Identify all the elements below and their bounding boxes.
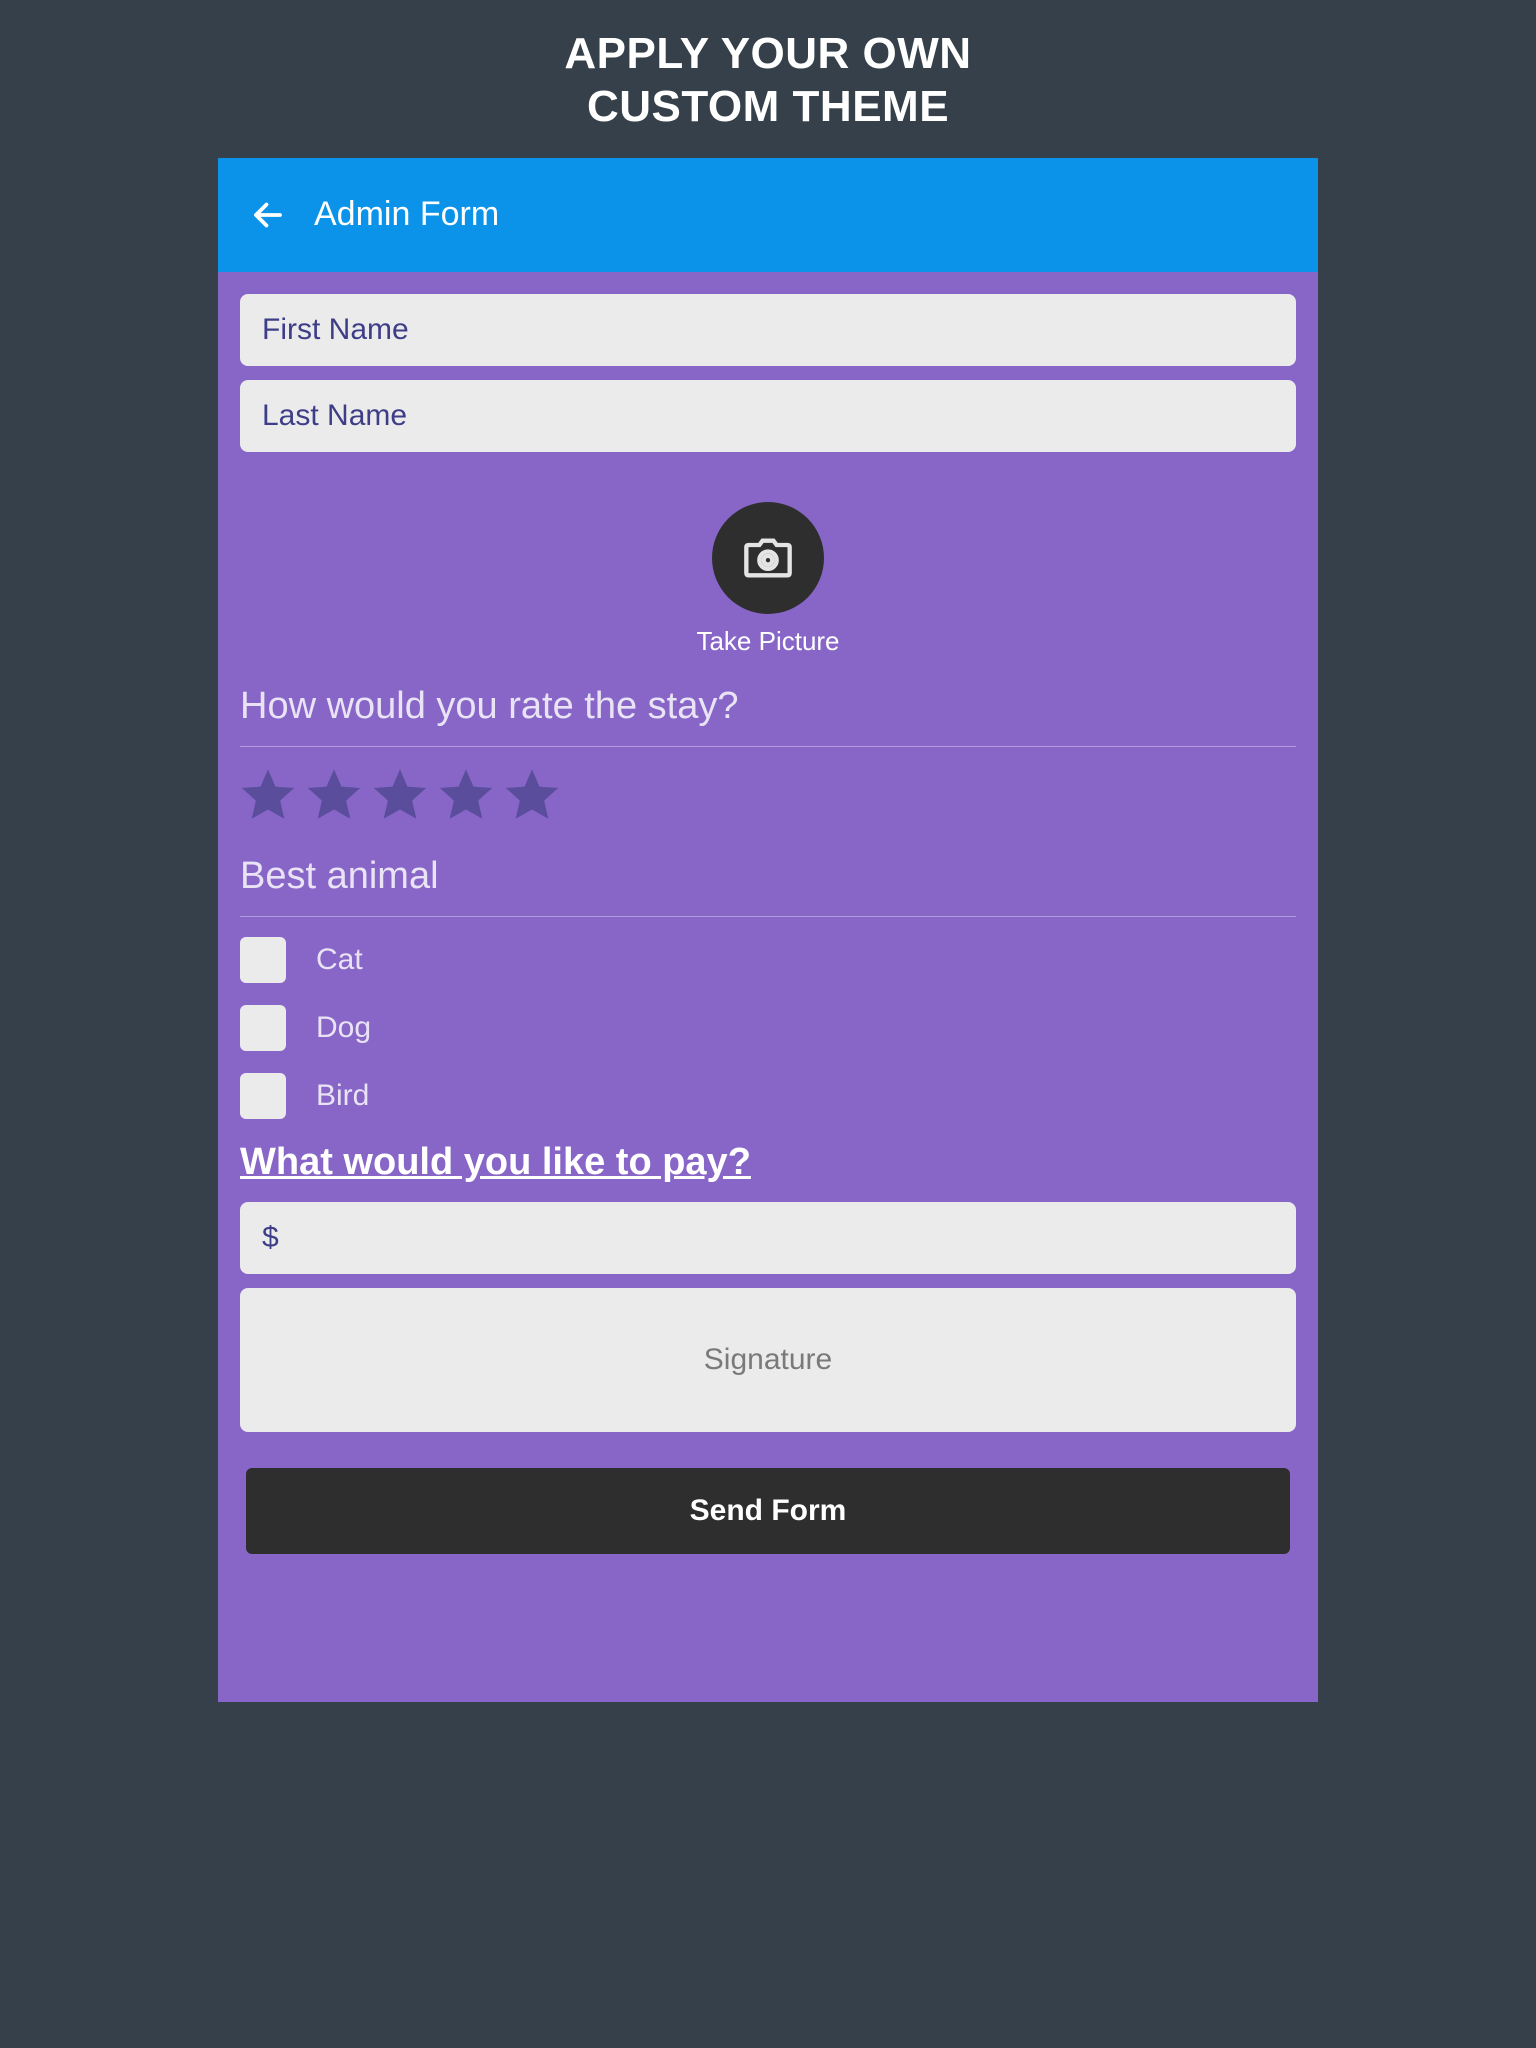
checkbox-label: Bird xyxy=(316,1079,369,1113)
send-form-button[interactable]: Send Form xyxy=(246,1468,1290,1554)
star-icon[interactable] xyxy=(240,767,296,823)
form-body: Take Picture How would you rate the stay… xyxy=(218,272,1318,1702)
promo-line-1: APPLY YOUR OWN xyxy=(0,28,1536,81)
pay-amount-input[interactable] xyxy=(240,1202,1296,1274)
signature-input[interactable]: Signature xyxy=(240,1288,1296,1432)
star-icon[interactable] xyxy=(372,767,428,823)
checkbox-label: Cat xyxy=(316,943,363,977)
spacer xyxy=(240,1554,1296,1674)
best-animal-question-label: Best animal xyxy=(240,855,1296,917)
app-bar: Admin Form xyxy=(218,158,1318,272)
checkbox-label: Dog xyxy=(316,1011,371,1045)
take-picture-label: Take Picture xyxy=(240,626,1296,657)
take-picture-button[interactable] xyxy=(712,502,824,614)
checkbox-row-dog: Dog xyxy=(240,1005,1296,1051)
take-picture-block: Take Picture xyxy=(240,502,1296,657)
checkbox-row-bird: Bird xyxy=(240,1073,1296,1119)
promo-line-2: CUSTOM THEME xyxy=(0,81,1536,134)
checkbox-row-cat: Cat xyxy=(240,937,1296,983)
arrow-left-icon[interactable] xyxy=(250,197,286,233)
star-rating xyxy=(240,767,1296,823)
checkbox-dog[interactable] xyxy=(240,1005,286,1051)
pay-question-label: What would you like to pay? xyxy=(240,1141,1296,1184)
rating-question-label: How would you rate the stay? xyxy=(240,685,1296,747)
app-frame: Admin Form Take Picture How would you ra… xyxy=(218,158,1318,1702)
checkbox-bird[interactable] xyxy=(240,1073,286,1119)
promo-heading: APPLY YOUR OWN CUSTOM THEME xyxy=(0,0,1536,134)
last-name-input[interactable] xyxy=(240,380,1296,452)
star-icon[interactable] xyxy=(306,767,362,823)
first-name-input[interactable] xyxy=(240,294,1296,366)
checkbox-cat[interactable] xyxy=(240,937,286,983)
page-title: Admin Form xyxy=(314,195,499,234)
star-icon[interactable] xyxy=(438,767,494,823)
star-icon[interactable] xyxy=(504,767,560,823)
camera-icon xyxy=(742,538,794,578)
signature-placeholder: Signature xyxy=(704,1343,832,1377)
